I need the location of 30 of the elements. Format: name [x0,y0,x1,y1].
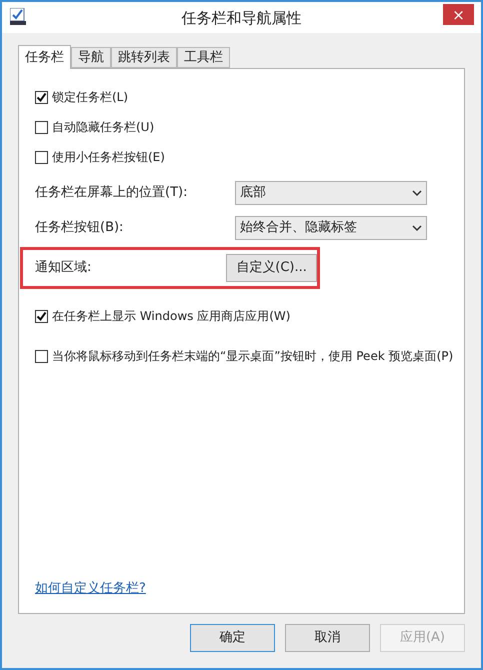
help-link[interactable]: 如何自定义任务栏? [35,579,146,598]
checkbox-label: 自动隐藏任务栏(U) [52,119,154,136]
customize-button[interactable]: 自定义(C)... [226,254,317,282]
dropdown-value: 始终合并、隐藏标签 [240,219,357,238]
dialog-button[interactable]: 取消 [285,624,370,652]
chevron-down-icon [412,190,422,196]
dropdown-value: 底部 [240,184,266,202]
tab[interactable]: 跳转列表 [111,47,177,68]
chevron-down-icon [412,224,422,232]
checkbox[interactable] [35,350,48,362]
checkbox-label: 锁定任务栏(L) [52,89,128,106]
checkbox[interactable] [35,120,48,134]
window-title: 任务栏和导航属性 [182,8,302,29]
checkbox-label: 在任务栏上显示 Windows 应用商店应用(W) [52,308,290,325]
close-button[interactable]: × [443,4,474,25]
setting-label: 任务栏在屏幕上的位置(T): [35,184,188,202]
checkbox[interactable] [35,150,48,164]
tab[interactable]: 任务栏 [18,45,71,69]
tab[interactable]: 导航 [71,47,111,68]
checkbox-label: 当你将鼠标移动到任务栏末端的“显示桌面”按钮时，使用 Peek 预览桌面(P) [52,348,454,365]
setting-label: 通知区域: [35,259,92,278]
checkbox[interactable] [35,90,48,104]
dialog-button[interactable]: 确定 [190,624,275,652]
tab[interactable]: 工具栏 [177,47,230,68]
checkbox[interactable] [35,310,48,322]
dropdown[interactable]: 底部 [235,181,427,205]
checkbox-label: 使用小任务栏按钮(E) [52,149,165,166]
setting-label: 任务栏按钮(B): [35,219,124,238]
app-icon [10,8,26,26]
dropdown[interactable]: 始终合并、隐藏标签 [235,216,427,240]
